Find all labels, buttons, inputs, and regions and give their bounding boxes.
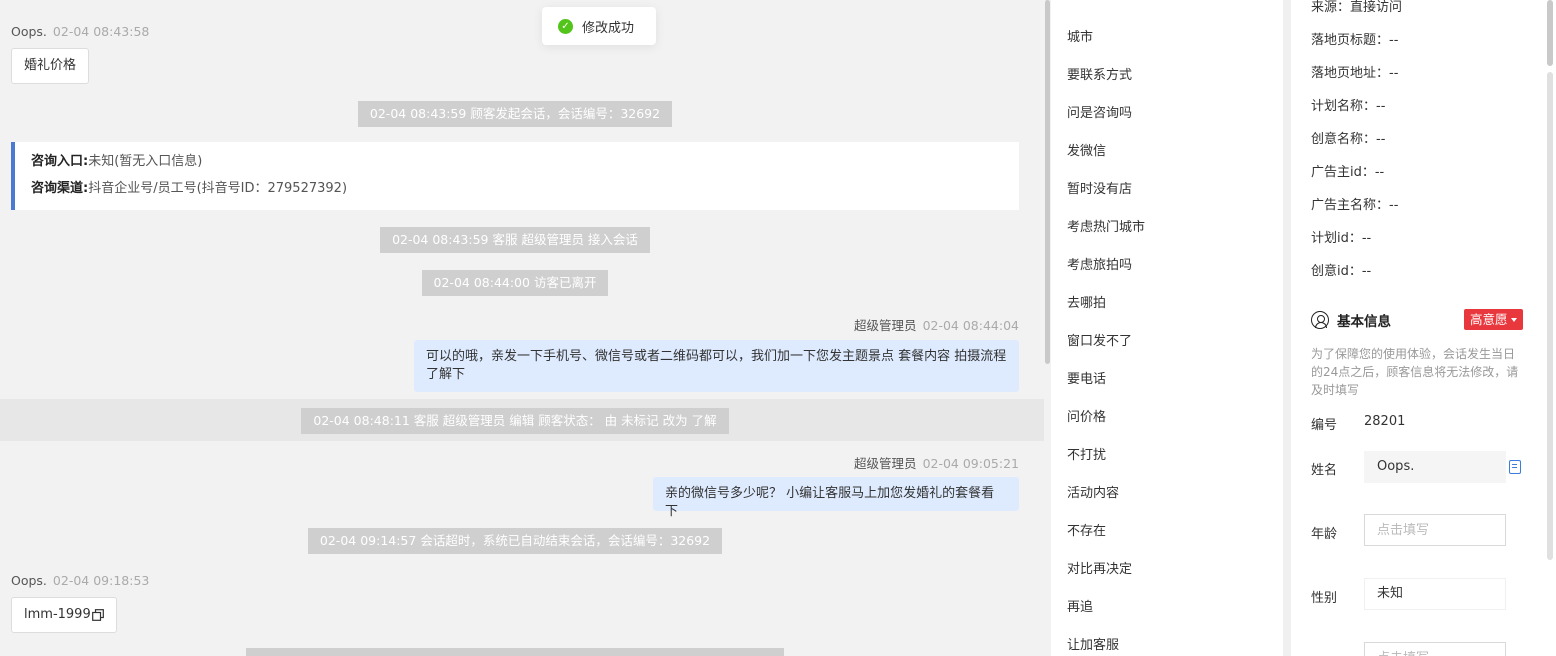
- entrance-value: 未知(暂无入口信息): [88, 154, 203, 169]
- info-line: 计划id：--: [1311, 231, 1372, 246]
- id-value: 28201: [1364, 414, 1406, 429]
- age-input[interactable]: [1364, 514, 1506, 546]
- message-time: 02-04 08:44:04: [922, 318, 1019, 333]
- message-text: 婚礼价格: [24, 58, 77, 73]
- phrase-item[interactable]: 考虑热门城市: [1067, 216, 1145, 235]
- next-field-label-partial: [1311, 650, 1315, 656]
- system-message-row: 02-04 08:43:59 顾客发起会话，会话编号：32692: [0, 101, 1030, 127]
- system-message: 02-04 08:43:59 顾客发起会话，会话编号：32692: [357, 101, 673, 127]
- quick-phrase-list: 城市 要联系方式 问是咨询吗 发微信 暂时没有店 考虑热门城市 考虑旅拍吗 去哪…: [1051, 0, 1283, 656]
- phrase-item[interactable]: 去哪拍: [1067, 292, 1106, 311]
- message-text: lmm-1999: [24, 607, 91, 622]
- source-line: 来源：直接访问: [1311, 0, 1403, 15]
- customer-info-panel: 来源：直接访问 落地页标题：-- 落地页地址：-- 计划名称：-- 创意名称：-…: [1291, 0, 1543, 656]
- system-message: 02-04 08:48:11 客服 超级管理员 编辑 顾客状态： 由 未标记 改…: [301, 408, 729, 434]
- info-scrollbar-track: [1547, 72, 1553, 560]
- channel-value: 抖音企业号/员工号(抖音号ID：279527392): [88, 181, 348, 196]
- phrase-item-partial[interactable]: [1067, 0, 1071, 5]
- channel-label: 咨询渠道:: [31, 181, 89, 196]
- success-toast: ✓ 修改成功: [542, 7, 656, 45]
- edit-icon[interactable]: [1509, 460, 1521, 474]
- message-bubble[interactable]: lmm-1999: [11, 597, 117, 633]
- basic-info-title: 基本信息: [1311, 310, 1391, 330]
- next-input[interactable]: [1364, 642, 1506, 656]
- entry-row: 咨询入口:未知(暂无入口信息): [31, 152, 1003, 179]
- info-line: 计划名称：--: [1311, 99, 1386, 114]
- intent-dropdown[interactable]: 高意愿: [1464, 309, 1523, 330]
- phrase-item[interactable]: 让加客服: [1067, 634, 1119, 653]
- info-scrollbar[interactable]: [1543, 0, 1556, 656]
- sender-name: Oops.: [11, 24, 47, 39]
- system-message-row: 02-04 08:48:11 客服 超级管理员 编辑 顾客状态： 由 未标记 改…: [0, 408, 1030, 434]
- message-text: 可以的哦，亲发一下手机号、微信号或者二维码都可以，我们加一下您发主题景点 套餐内…: [426, 349, 1007, 382]
- sender-name: 超级管理员: [854, 318, 917, 333]
- message-bubble[interactable]: 婚礼价格: [11, 48, 90, 84]
- name-label: 姓名: [1311, 463, 1338, 478]
- info-line: 创意id：--: [1311, 264, 1372, 279]
- phrase-item[interactable]: 问是咨询吗: [1067, 102, 1132, 121]
- channel-row: 咨询渠道:抖音企业号/员工号(抖音号ID：279527392): [31, 179, 1003, 206]
- phrase-item[interactable]: 窗口发不了: [1067, 330, 1132, 349]
- entrance-label: 咨询入口:: [31, 154, 89, 169]
- chat-scrollbar[interactable]: [1044, 0, 1051, 656]
- phrase-item[interactable]: 对比再决定: [1067, 558, 1132, 577]
- user-circle-icon: [1311, 311, 1329, 329]
- info-line: 落地页地址：--: [1311, 66, 1399, 81]
- name-field[interactable]: Oops.: [1364, 451, 1506, 483]
- system-message: 02-04 08:43:59 客服 超级管理员 接入会话: [380, 227, 650, 253]
- chat-scrollbar-thumb[interactable]: [1045, 0, 1050, 364]
- entry-info-card: 咨询入口:未知(暂无入口信息) 咨询渠道:抖音企业号/员工号(抖音号ID：279…: [11, 142, 1019, 210]
- copy-icon[interactable]: [91, 609, 104, 621]
- message-sender: Oops. 02-04 08:43:58: [11, 24, 149, 39]
- system-message-partial: [246, 648, 784, 656]
- system-message-row: 02-04 08:44:00 访客已离开: [0, 270, 1030, 296]
- message-sender: Oops. 02-04 09:18:53: [11, 573, 149, 588]
- panel-divider: [1283, 0, 1291, 656]
- id-label: 编号: [1311, 418, 1338, 433]
- phrase-item[interactable]: 暂时没有店: [1067, 178, 1132, 197]
- phrase-item[interactable]: 不存在: [1067, 520, 1106, 539]
- message-text: 亲的微信号多少呢？ 小编让客服马上加您发婚礼的套餐看下: [665, 486, 995, 519]
- phrase-item[interactable]: 考虑旅拍吗: [1067, 254, 1132, 273]
- notice-text: 为了保障您的使用体验，会话发生当日的24点之后，顾客信息将无法修改，请及时填写: [1311, 347, 1519, 397]
- system-message-row: 02-04 08:43:59 客服 超级管理员 接入会话: [0, 227, 1030, 253]
- intent-label: 高意愿: [1470, 312, 1508, 327]
- gender-label: 性别: [1311, 591, 1338, 606]
- message-time: 02-04 08:43:58: [52, 24, 150, 39]
- message-time: 02-04 09:18:53: [52, 573, 150, 588]
- message-bubble[interactable]: 亲的微信号多少呢？ 小编让客服马上加您发婚礼的套餐看下: [653, 477, 1019, 519]
- phrase-item[interactable]: 问价格: [1067, 406, 1106, 425]
- message-time: 02-04 09:05:21: [922, 456, 1019, 471]
- toast-text: 修改成功: [582, 20, 635, 36]
- system-message-row: 02-04 09:14:57 会话超时，系统已自动结束会话，会话编号：32692: [0, 528, 1030, 554]
- chat-panel: Oops. 02-04 08:43:58 婚礼价格 02-04 08:43:59 …: [0, 0, 1044, 656]
- check-circle-icon: ✓: [558, 18, 573, 34]
- info-line: 创意名称：--: [1311, 132, 1386, 147]
- message-sender: 超级管理员 02-04 08:44:04: [0, 315, 1019, 334]
- info-line: 广告主名称：--: [1311, 198, 1399, 213]
- phrase-item[interactable]: 要电话: [1067, 368, 1106, 387]
- phrase-item[interactable]: 活动内容: [1067, 482, 1119, 501]
- message-bubble[interactable]: 可以的哦，亲发一下手机号、微信号或者二维码都可以，我们加一下您发主题景点 套餐内…: [414, 340, 1019, 392]
- age-label: 年龄: [1311, 527, 1338, 542]
- sender-name: Oops.: [11, 573, 47, 588]
- system-message: 02-04 08:44:00 访客已离开: [421, 270, 609, 296]
- gender-select[interactable]: 未知: [1364, 578, 1506, 610]
- info-scrollbar-thumb[interactable]: [1547, 0, 1553, 66]
- message-sender: 超级管理员 02-04 09:05:21: [0, 453, 1019, 472]
- phrase-item[interactable]: 发微信: [1067, 140, 1106, 159]
- phrase-item[interactable]: 再追: [1067, 596, 1093, 615]
- info-line: 广告主id：--: [1311, 165, 1385, 180]
- phrase-item[interactable]: 要联系方式: [1067, 64, 1132, 83]
- info-line: 落地页标题：--: [1311, 33, 1399, 48]
- phrase-item[interactable]: 城市: [1067, 26, 1093, 45]
- caret-down-icon: [1510, 317, 1517, 322]
- phrase-item[interactable]: 不打扰: [1067, 444, 1106, 463]
- system-message: 02-04 09:14:57 会话超时，系统已自动结束会话，会话编号：32692: [307, 528, 723, 554]
- section-title-text: 基本信息: [1337, 314, 1391, 330]
- sender-name: 超级管理员: [854, 456, 917, 471]
